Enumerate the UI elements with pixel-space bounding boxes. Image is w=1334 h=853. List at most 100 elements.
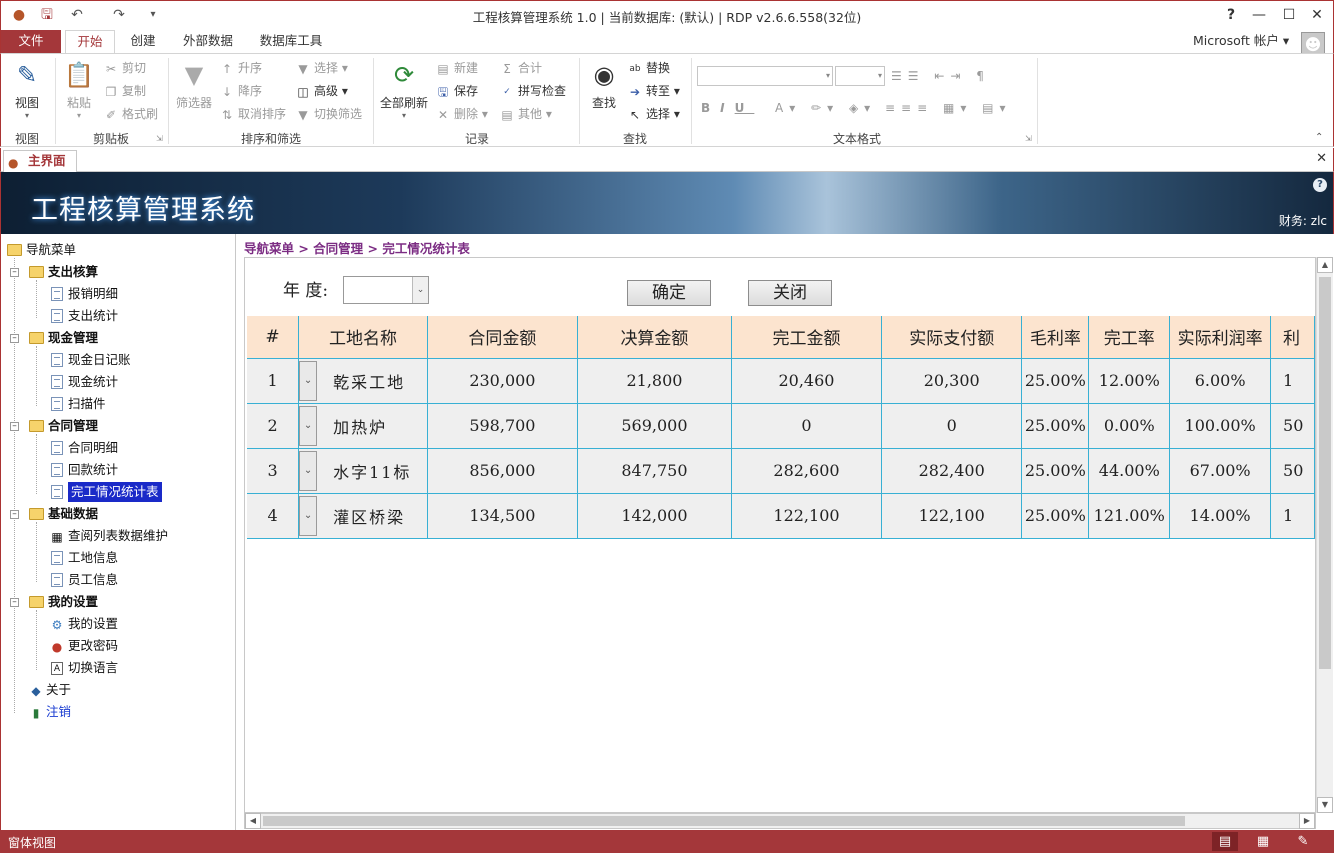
- nav-group-expense[interactable]: 支出核算: [29, 262, 98, 282]
- nav-item-scans[interactable]: 扫描件: [51, 394, 106, 414]
- datasheet-view-icon[interactable]: ▦: [1250, 832, 1276, 851]
- collapse-icon[interactable]: –: [10, 268, 19, 277]
- collapse-icon[interactable]: –: [10, 422, 19, 431]
- goto-button[interactable]: ➔ 转至 ▾: [627, 81, 680, 101]
- filter-button[interactable]: ▼ 筛选器: [173, 58, 215, 111]
- font-name-combo[interactable]: ▾: [697, 66, 833, 86]
- select-button[interactable]: ↖ 选择 ▾: [627, 104, 680, 124]
- font-style-buttons[interactable]: BIU: [701, 98, 754, 118]
- clear-sort-button[interactable]: ⇅ 取消排序: [219, 104, 286, 124]
- advanced-filter-button[interactable]: ◫ 高级 ▾: [295, 81, 348, 101]
- cell-site[interactable]: ⌄ 灌区桥梁: [298, 493, 428, 539]
- nav-item-my-settings[interactable]: ⚙ 我的设置: [51, 614, 118, 634]
- delete-record-button[interactable]: ✕ 删除 ▾: [435, 104, 488, 124]
- replace-button[interactable]: ab 替换: [627, 58, 670, 78]
- chevron-down-icon[interactable]: ⌄: [412, 277, 428, 303]
- scroll-down-icon[interactable]: ▼: [1317, 797, 1333, 813]
- account-menu[interactable]: Microsoft 帐户 ▾: [1193, 30, 1297, 54]
- current-user: 财务: zlc: [1278, 214, 1327, 228]
- more-icon: ▤: [501, 107, 513, 122]
- vertical-scroll-thumb[interactable]: [1319, 277, 1331, 669]
- nav-group-settings[interactable]: 我的设置: [29, 592, 98, 612]
- vertical-scrollbar[interactable]: ▲ ▼: [1316, 257, 1333, 813]
- more-button[interactable]: ▤ 其他 ▾: [499, 104, 552, 124]
- horizontal-scroll-thumb[interactable]: [263, 816, 1185, 826]
- tab-external-data[interactable]: 外部数据: [173, 30, 243, 54]
- cell-site[interactable]: ⌄ 水字11标: [298, 448, 428, 494]
- nav-group-cash[interactable]: 现金管理: [29, 328, 98, 348]
- align-buttons[interactable]: ≡≡≡ ▦▾ ▤▾: [885, 98, 1012, 118]
- help-icon[interactable]: ?: [1219, 4, 1243, 26]
- collapse-icon[interactable]: –: [10, 598, 19, 607]
- tab-create[interactable]: 创建: [121, 30, 165, 54]
- confirm-button[interactable]: 确定: [627, 280, 711, 306]
- year-select[interactable]: ⌄: [343, 276, 429, 304]
- text-format-launcher-icon[interactable]: ⇲: [1025, 134, 1032, 143]
- nav-item-lookup-maintenance[interactable]: ▦ 查阅列表数据维护: [51, 526, 168, 546]
- selection-filter-button[interactable]: ▼ 选择 ▾: [295, 58, 347, 78]
- nav-item-change-password[interactable]: ● 更改密码: [51, 636, 118, 656]
- tab-database-tools[interactable]: 数据库工具: [251, 30, 331, 54]
- close-tab-icon[interactable]: ✕: [1316, 151, 1327, 166]
- help-icon[interactable]: ?: [1313, 178, 1327, 192]
- selection-filter-label: 选择: [314, 61, 339, 75]
- nav-group-contract[interactable]: 合同管理: [29, 416, 98, 436]
- font-size-combo[interactable]: ▾: [835, 66, 885, 86]
- nav-logout[interactable]: ▮ 注销: [29, 702, 71, 722]
- nav-item-payment-stats[interactable]: 回款统计: [51, 460, 118, 480]
- header-banner: 工程核算管理系统 ? 财务: zlc: [0, 172, 1334, 234]
- dialog-launcher-icon[interactable]: ⇲: [156, 134, 163, 143]
- maximize-button[interactable]: ☐: [1277, 4, 1301, 26]
- font-color-buttons[interactable]: A▾ ✏▾ ◈▾: [775, 98, 876, 118]
- close-form-button[interactable]: 关闭: [748, 280, 832, 306]
- design-view-icon[interactable]: ✎: [1290, 832, 1316, 851]
- nav-item-staff-info[interactable]: 员工信息: [51, 570, 118, 590]
- cell-site[interactable]: ⌄ 加热炉: [298, 403, 428, 449]
- scroll-up-icon[interactable]: ▲: [1317, 257, 1333, 273]
- nav-item-contract-detail[interactable]: 合同明细: [51, 438, 118, 458]
- nav-item-cash-journal[interactable]: 现金日记账: [51, 350, 131, 370]
- refresh-all-button[interactable]: ⟳ 全部刷新 ▾: [377, 58, 431, 120]
- new-record-button[interactable]: ▤ 新建: [435, 58, 478, 78]
- sort-asc-button[interactable]: ↑ 升序: [219, 58, 262, 78]
- cell-site[interactable]: ⌄ 乾采工地: [298, 358, 428, 404]
- spelling-button[interactable]: ✓ 拼写检查: [499, 81, 566, 101]
- nav-item-expense-stats[interactable]: 支出统计: [51, 306, 118, 326]
- totals-button[interactable]: Σ 合计: [499, 58, 542, 78]
- nav-root[interactable]: 导航菜单: [7, 240, 76, 260]
- list-buttons[interactable]: ☰☰ ⇤⇥ ¶: [891, 66, 990, 86]
- format-painter-button[interactable]: ✐ 格式刷: [103, 104, 158, 124]
- tab-home[interactable]: 开始: [65, 30, 115, 55]
- chevron-down-icon[interactable]: ⌄: [299, 495, 318, 536]
- nav-item-completion-report[interactable]: 完工情况统计表: [51, 481, 163, 503]
- sort-desc-button[interactable]: ↓ 降序: [219, 81, 262, 101]
- format-painter-label: 格式刷: [122, 107, 159, 121]
- copy-button[interactable]: ❐ 复制: [103, 81, 146, 101]
- form-view-icon[interactable]: ▤: [1212, 832, 1238, 851]
- tab-main-form[interactable]: ● 主界面: [3, 150, 77, 172]
- paste-button[interactable]: 📋 粘贴 ▾: [61, 58, 97, 120]
- save-record-button[interactable]: 🖫 保存: [435, 81, 478, 101]
- tab-file[interactable]: 文件: [1, 30, 61, 54]
- cut-button[interactable]: ✂ 剪切: [103, 58, 146, 78]
- horizontal-scrollbar[interactable]: ◀ ▶: [244, 813, 1316, 829]
- chevron-down-icon[interactable]: ⌄: [299, 360, 318, 401]
- minimize-button[interactable]: —: [1247, 4, 1271, 26]
- view-button[interactable]: ✎ 视图 ▾: [7, 58, 47, 120]
- toggle-filter-button[interactable]: ▼ 切换筛选: [295, 104, 362, 124]
- nav-group-base-data[interactable]: 基础数据: [29, 504, 98, 524]
- chevron-down-icon[interactable]: ⌄: [299, 405, 318, 446]
- scroll-right-icon[interactable]: ▶: [1299, 813, 1315, 829]
- nav-item-switch-language[interactable]: A 切换语言: [51, 658, 118, 678]
- collapse-ribbon-icon[interactable]: ⌃: [1315, 132, 1323, 143]
- nav-item-site-info[interactable]: 工地信息: [51, 548, 118, 568]
- close-button[interactable]: ✕: [1305, 4, 1329, 26]
- collapse-icon[interactable]: –: [10, 510, 19, 519]
- nav-item-cash-stats[interactable]: 现金统计: [51, 372, 118, 392]
- nav-item-expense-detail[interactable]: 报销明细: [51, 284, 118, 304]
- chevron-down-icon[interactable]: ⌄: [299, 450, 318, 491]
- nav-about[interactable]: ◆ 关于: [29, 680, 71, 700]
- collapse-icon[interactable]: –: [10, 334, 19, 343]
- find-button[interactable]: ◉ 查找: [585, 58, 623, 111]
- scroll-left-icon[interactable]: ◀: [245, 813, 261, 829]
